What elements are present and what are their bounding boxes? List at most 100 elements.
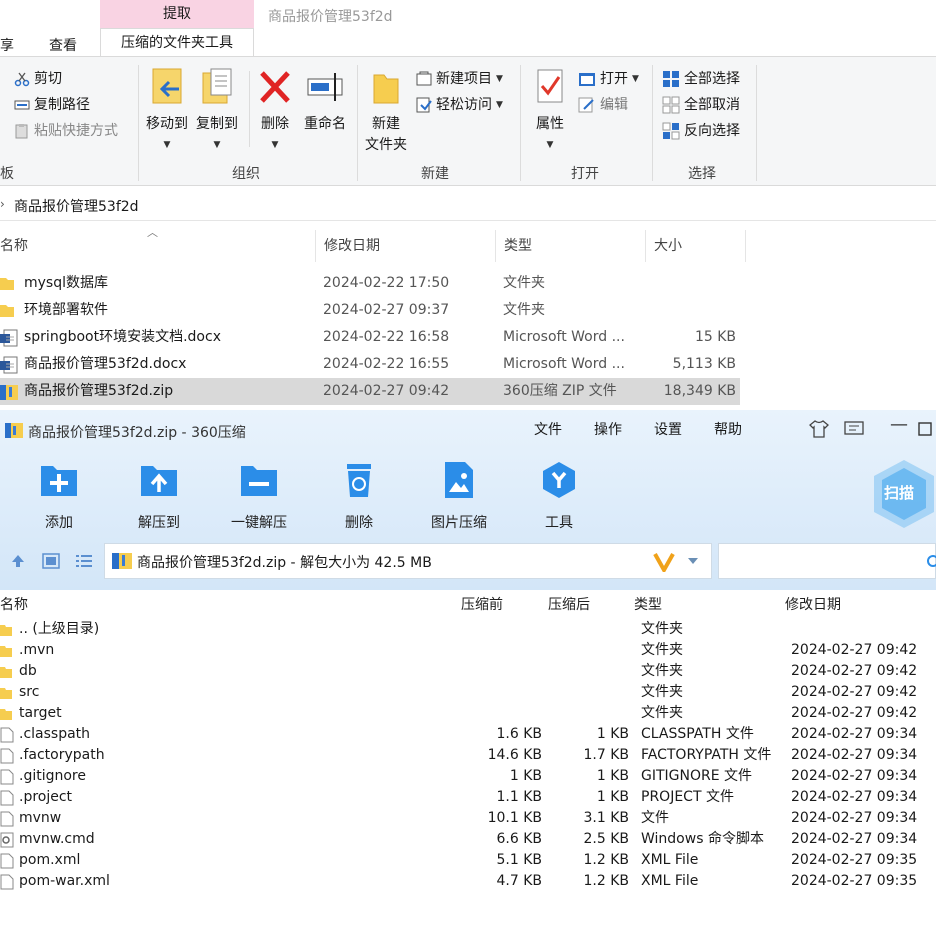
column-name[interactable]: 名称: [0, 230, 316, 262]
invert-selection-button[interactable]: 反向选择: [662, 119, 740, 143]
script-file-icon: [0, 832, 14, 848]
folder-icon: [0, 667, 12, 678]
zip-row[interactable]: .factorypath 14.6 KB 1.7 KB FACTORYPATH 文件 2…: [0, 745, 936, 766]
cut-button[interactable]: 剪切: [14, 67, 62, 91]
menu-settings[interactable]: 设置: [654, 419, 682, 439]
zip-col-type[interactable]: 类型: [634, 594, 662, 614]
add-button[interactable]: 添加: [19, 460, 99, 532]
delete-button[interactable]: 删除 ▼: [255, 67, 295, 156]
chevron-down-icon: ▼: [271, 140, 279, 150]
thumbnail-view-icon[interactable]: [42, 553, 60, 569]
zip-row[interactable]: target 文件夹 2024-02-27 09:42: [0, 703, 936, 724]
zip-row[interactable]: .classpath 1.6 KB 1 KB CLASSPATH 文件 2024-02-…: [0, 724, 936, 745]
column-type[interactable]: 类型: [496, 230, 646, 262]
zip-row[interactable]: .project 1.1 KB 1 KB PROJECT 文件 2024-02-27 0…: [0, 787, 936, 808]
paste-shortcut-icon: [15, 124, 28, 139]
column-size[interactable]: 大小: [646, 230, 746, 262]
up-arrow-icon[interactable]: [10, 553, 26, 569]
zip-col-comp[interactable]: 压缩后: [548, 594, 590, 614]
file-row[interactable]: 环境部署软件 2024-02-27 09:37 文件夹: [0, 297, 740, 324]
file-list-header: ︿ 名称 修改日期 类型 大小: [0, 226, 746, 262]
select-all-icon: [663, 71, 679, 87]
zip-entry-type: 文件夹: [641, 663, 683, 679]
zip-entry-comp: 1.7 KB: [583, 747, 630, 763]
zip-search-input[interactable]: [718, 543, 936, 579]
menu-file[interactable]: 文件: [534, 419, 562, 439]
file-icon: [0, 748, 14, 764]
zip-entry-orig: 5.1 KB: [496, 852, 543, 868]
image-compress-button[interactable]: 图片压缩: [419, 460, 499, 532]
zip-entry-name: .mvn: [19, 642, 55, 658]
divider: [357, 65, 358, 181]
maximize-icon[interactable]: [918, 422, 932, 436]
v-badge-icon[interactable]: [653, 552, 675, 572]
tab-share[interactable]: 享: [0, 35, 14, 55]
zip-row[interactable]: src 文件夹 2024-02-27 09:42: [0, 682, 936, 703]
folder-icon: [0, 625, 12, 636]
zip-entry-modified: 2024-02-27 09:35: [791, 852, 918, 868]
file-row[interactable]: springboot环境安装文档.docx 2024-02-22 16:58 Mic…: [0, 324, 740, 351]
edit-button[interactable]: 编辑: [578, 93, 628, 117]
zip-entry-type: Windows 命令脚本: [641, 831, 764, 847]
zip-path-bar[interactable]: 商品报价管理53f2d.zip - 解包大小为 42.5 MB: [104, 543, 712, 579]
chevron-right-icon[interactable]: ›: [0, 197, 5, 211]
file-row[interactable]: 商品报价管理53f2d.zip 2024-02-27 09:42 360压缩 ZIP…: [0, 378, 740, 405]
extract-to-button[interactable]: 解压到: [119, 460, 199, 532]
one-click-extract-icon: [241, 466, 277, 496]
copy-to-button[interactable]: 复制到 ▼: [193, 67, 241, 156]
zip-col-name[interactable]: 名称: [0, 594, 28, 614]
message-icon[interactable]: [844, 421, 864, 437]
file-row[interactable]: mysql数据库 2024-02-22 17:50 文件夹: [0, 270, 740, 297]
new-folder-button[interactable]: 新建 文件夹: [362, 67, 410, 156]
properties-button[interactable]: 属性 ▼: [527, 67, 573, 156]
select-none-button[interactable]: 全部取消: [662, 93, 740, 117]
open-button[interactable]: 打开 ▼: [578, 67, 639, 91]
zip-row[interactable]: .. (上级目录) 文件夹: [0, 619, 936, 640]
search-icon[interactable]: [925, 554, 936, 570]
select-all-button[interactable]: 全部选择: [662, 67, 740, 91]
address-bar[interactable]: › 商品报价管理53f2d: [0, 191, 936, 221]
zip-entry-type: 文件夹: [641, 684, 683, 700]
skin-shirt-icon[interactable]: [809, 420, 829, 438]
tab-view[interactable]: 查看: [49, 35, 77, 55]
minimize-icon[interactable]: —: [890, 414, 908, 435]
new-item-label: 新建项目: [436, 71, 492, 87]
list-view-icon[interactable]: [75, 553, 93, 569]
one-click-extract-button[interactable]: 一键解压: [219, 460, 299, 532]
copy-path-button[interactable]: 复制路径: [14, 93, 90, 117]
move-to-button[interactable]: 移动到 ▼: [143, 67, 191, 156]
tab-extract[interactable]: 提取: [100, 0, 254, 28]
paste-shortcut-button[interactable]: 粘贴快捷方式: [14, 119, 118, 143]
zip-row[interactable]: .gitignore 1 KB 1 KB GITIGNORE 文件 2024-02-27…: [0, 766, 936, 787]
tools-button[interactable]: 工具: [519, 460, 599, 532]
menu-help[interactable]: 帮助: [714, 419, 742, 439]
zip-row[interactable]: pom.xml 5.1 KB 1.2 KB XML File 2024-02-27 09…: [0, 850, 936, 871]
invert-selection-label: 反向选择: [684, 123, 740, 139]
zip-col-modified[interactable]: 修改日期: [785, 594, 841, 614]
divider: [756, 65, 757, 181]
address-path[interactable]: 商品报价管理53f2d: [14, 196, 139, 216]
chevron-down-icon: ▼: [213, 140, 221, 150]
zip-row[interactable]: db 文件夹 2024-02-27 09:42: [0, 661, 936, 682]
zip-col-orig[interactable]: 压缩前: [461, 594, 503, 614]
rename-button[interactable]: 重命名: [300, 67, 350, 135]
scan-button[interactable]: 扫描: [872, 458, 936, 530]
folder-icon: [0, 278, 14, 290]
zip-row[interactable]: mvnw 10.1 KB 3.1 KB 文件 2024-02-27 09:34: [0, 808, 936, 829]
tab-compressed-folder-tools[interactable]: 压缩的文件夹工具: [100, 28, 254, 56]
easy-access-label: 轻松访问: [436, 97, 492, 113]
zip-row[interactable]: mvnw.cmd 6.6 KB 2.5 KB Windows 命令脚本 2024-02-…: [0, 829, 936, 850]
file-modified: 2024-02-22 16:55: [323, 356, 450, 372]
easy-access-button[interactable]: 轻松访问 ▼: [416, 93, 503, 117]
file-name: mysql数据库: [24, 275, 108, 291]
tools-label: 工具: [545, 515, 573, 531]
new-item-button[interactable]: 新建项目 ▼: [416, 67, 503, 91]
chevron-down-icon[interactable]: [687, 557, 699, 565]
delete-zip-button[interactable]: 删除: [319, 460, 399, 532]
file-modified: 2024-02-27 09:37: [323, 302, 450, 318]
column-modified[interactable]: 修改日期: [316, 230, 496, 262]
file-row[interactable]: 商品报价管理53f2d.docx 2024-02-22 16:55 Microsof…: [0, 351, 740, 378]
zip-row[interactable]: pom-war.xml 4.7 KB 1.2 KB XML File 2024-02-2…: [0, 871, 936, 892]
menu-operate[interactable]: 操作: [594, 419, 622, 439]
zip-row[interactable]: .mvn 文件夹 2024-02-27 09:42: [0, 640, 936, 661]
